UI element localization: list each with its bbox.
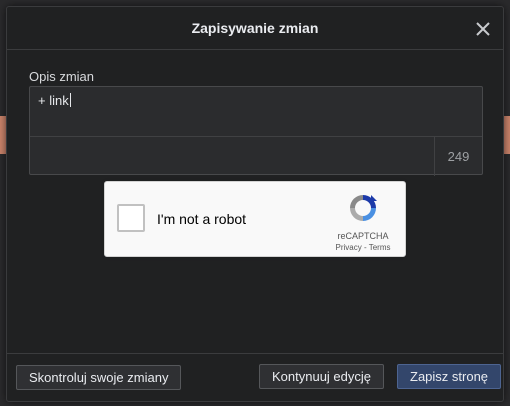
review-changes-button[interactable]: Skontroluj swoje zmiany <box>16 365 182 390</box>
link-separator: - <box>361 243 369 252</box>
dialog-footer: Skontroluj swoje zmiany Kontynuuj edycję… <box>7 353 503 403</box>
save-page-button[interactable]: Zapisz stronę <box>397 364 502 389</box>
summary-value: + link <box>38 93 69 108</box>
dialog-header: Zapisywanie zmian <box>7 7 503 50</box>
summary-text[interactable]: + link <box>38 93 71 108</box>
dialog-title: Zapisywanie zmian <box>191 20 319 36</box>
text-caret <box>69 93 71 107</box>
resume-editing-button[interactable]: Kontynuuj edycję <box>259 364 385 389</box>
recaptcha-logo-icon <box>350 195 377 221</box>
summary-input[interactable]: + link 249 <box>29 86 483 176</box>
terms-link[interactable]: Terms <box>369 243 391 252</box>
summary-footer: 249 <box>30 136 482 176</box>
summary-label: Opis zmian <box>29 69 95 84</box>
recaptcha-brand: reCAPTCHA <box>337 231 389 241</box>
save-changes-dialog: Zapisywanie zmian Opis zmian + link 249 … <box>6 6 504 402</box>
captcha-checkbox[interactable] <box>117 204 145 232</box>
privacy-link[interactable]: Privacy <box>336 243 362 252</box>
recaptcha-widget: I'm not a robot reCAPTCHA Privacy - Term… <box>104 181 406 257</box>
close-icon <box>476 22 490 36</box>
recaptcha-logo: reCAPTCHA Privacy - Terms <box>331 192 395 252</box>
close-button[interactable] <box>469 15 497 43</box>
recaptcha-links: Privacy - Terms <box>331 243 395 252</box>
char-counter: 249 <box>434 137 482 176</box>
captcha-label: I'm not a robot <box>157 211 247 227</box>
